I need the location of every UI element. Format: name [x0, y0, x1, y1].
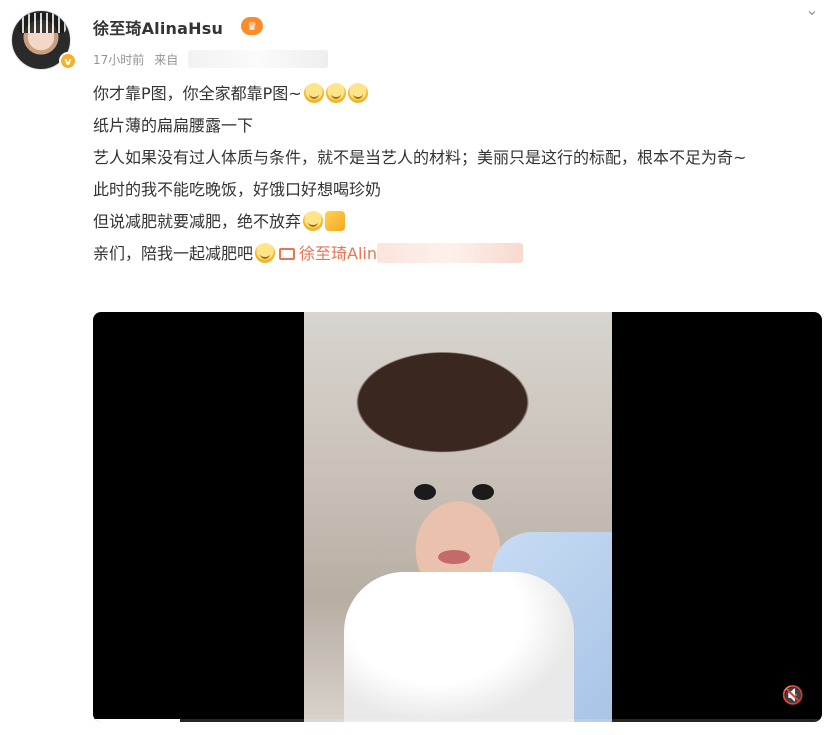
video-frame [304, 312, 612, 722]
vip-badge-icon[interactable]: ♛ [241, 17, 263, 35]
video-white-top [344, 572, 574, 722]
verified-icon: v [59, 52, 77, 70]
emoji-icon [255, 243, 276, 263]
emoji-icon [325, 83, 346, 103]
post-line: 但说减肥就要减肥，绝不放弃 [93, 206, 821, 238]
video-link[interactable]: 徐至琦Alin [299, 244, 377, 263]
post-line-text: 纸片薄的扁扁腰露一下 [93, 116, 254, 135]
post-time[interactable]: 17小时前 [93, 51, 144, 68]
mute-icon[interactable]: 🔇 [778, 684, 808, 708]
emoji-icon [303, 211, 324, 231]
avatar-headdress [18, 13, 66, 33]
video-progress-fill [93, 719, 181, 722]
post-line-text: 你才靠P图，你全家都靠P图~ [93, 84, 302, 103]
video-eye-right [472, 484, 494, 500]
post-line: 艺人如果没有过人体质与条件，就不是当艺人的材料；美丽只是这行的标配，根本不足为奇… [93, 142, 821, 174]
video-link-icon[interactable] [279, 248, 296, 260]
post-line-text: 但说减肥就要减肥，绝不放弃 [93, 212, 302, 231]
video-eye-left [414, 484, 436, 500]
emoji-icon [347, 83, 368, 103]
post-meta: 17小时前 来自 [93, 50, 329, 68]
chevron-down-icon[interactable]: ⌄ [804, 2, 820, 18]
video-lips [438, 550, 470, 564]
post-line: 此时的我不能吃晚饭，好饿口好想喝珍奶 [93, 174, 821, 206]
muscle-emoji-icon [325, 211, 346, 231]
source-redacted [188, 50, 329, 68]
post-line-text: 艺人如果没有过人体质与条件，就不是当艺人的材料；美丽只是这行的标配，根本不足为奇… [93, 148, 747, 167]
video-link-redacted [377, 243, 523, 263]
post-line: 你才靠P图，你全家都靠P图~ [93, 78, 821, 110]
post-content: 你才靠P图，你全家都靠P图~ 纸片薄的扁扁腰露一下 艺人如果没有过人体质与条件，… [93, 78, 821, 270]
post-line: 纸片薄的扁扁腰露一下 [93, 110, 821, 142]
post-line: 亲们，陪我一起减肥吧 徐至琦Alin [93, 238, 821, 270]
username[interactable]: 徐至琦AlinaHsu [93, 15, 223, 39]
post-line-text: 亲们，陪我一起减肥吧 [93, 244, 254, 263]
emoji-icon [303, 83, 324, 103]
source-label: 来自 [154, 52, 179, 67]
video-player[interactable]: 🔇 [93, 312, 822, 722]
post-line-text: 此时的我不能吃晚饭，好饿口好想喝珍奶 [93, 180, 382, 199]
video-progress-track[interactable] [93, 719, 822, 722]
